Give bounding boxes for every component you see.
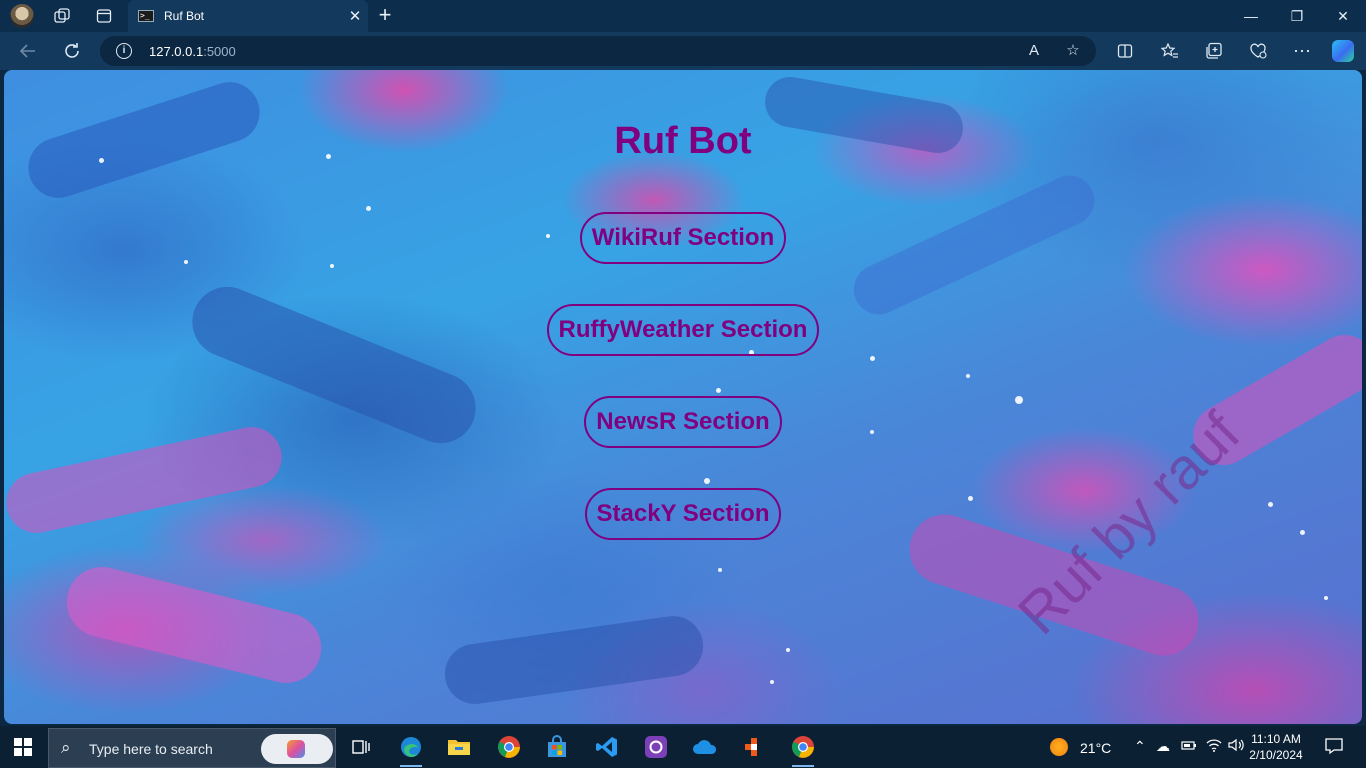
wifi-icon[interactable] [1206, 738, 1222, 755]
star [786, 648, 790, 652]
page-title: Ruf Bot [614, 120, 752, 162]
github-desktop-icon[interactable] [641, 732, 671, 762]
star [1268, 502, 1273, 507]
star [870, 430, 874, 434]
file-explorer-icon[interactable] [444, 732, 474, 762]
browser-essentials-icon[interactable] [1244, 38, 1272, 64]
clock-time: 11:10 AM [1251, 732, 1301, 746]
star [716, 388, 721, 393]
background-stroke [845, 167, 1103, 323]
background-stroke [441, 612, 707, 708]
clock-date: 2/10/2024 [1249, 748, 1303, 762]
background-stroke [4, 421, 288, 539]
battery-icon[interactable] [1181, 738, 1197, 755]
search-placeholder: Type here to search [89, 741, 213, 757]
star [366, 206, 371, 211]
collections-icon[interactable] [1200, 38, 1228, 64]
star [330, 264, 334, 268]
windows-start-icon[interactable] [14, 738, 32, 756]
search-icon: ⌕ [61, 738, 71, 757]
tab-ruf-bot[interactable]: >_ Ruf Bot ✕ [128, 0, 368, 32]
star [184, 260, 188, 264]
edge-icon[interactable] [396, 732, 426, 767]
site-info-icon[interactable]: i [116, 43, 132, 59]
star [966, 374, 970, 378]
browser-toolbar: i 127.0.0.1:5000 A ☆ ⋯ [0, 32, 1366, 70]
newsr-section-button[interactable]: NewsR Section [584, 396, 782, 448]
wikiruf-section-button[interactable]: WikiRuf Section [580, 212, 786, 264]
star [718, 568, 722, 572]
star [1015, 396, 1023, 404]
star [1300, 530, 1305, 535]
background-stroke [181, 276, 487, 454]
vscode-icon[interactable] [592, 732, 622, 762]
copilot-icon[interactable] [1332, 40, 1354, 62]
tab-actions-icon[interactable] [91, 4, 117, 28]
app-icon[interactable] [739, 732, 769, 762]
address-bar[interactable]: i 127.0.0.1:5000 A ☆ [100, 36, 1096, 66]
chrome-icon[interactable] [494, 732, 524, 762]
microsoft-store-icon[interactable] [542, 732, 572, 762]
background-stroke [59, 559, 329, 691]
more-menu-icon[interactable]: ⋯ [1288, 38, 1316, 64]
terminal-icon: >_ [138, 10, 154, 22]
favorite-star-icon[interactable]: ☆ [1061, 40, 1085, 62]
star [546, 234, 550, 238]
onedrive-icon[interactable] [690, 732, 720, 762]
title-bar: >_ Ruf Bot ✕ + — ❐ ✕ [0, 0, 1366, 32]
star [968, 496, 973, 501]
favorites-icon[interactable] [1156, 38, 1184, 64]
star [770, 680, 774, 684]
star [704, 478, 710, 484]
back-arrow-icon[interactable] [14, 38, 42, 64]
notification-icon[interactable] [1325, 737, 1343, 758]
page-viewport: Ruf Bot WikiRuf Section RuffyWeather Sec… [4, 70, 1362, 724]
ruffyweather-section-button[interactable]: RuffyWeather Section [547, 304, 819, 356]
workspaces-icon[interactable] [49, 4, 75, 28]
refresh-icon[interactable] [58, 38, 86, 64]
windows-taskbar: ⌕ Type here to search 21°C ⌃ ☁ 11:10 AM … [0, 726, 1366, 768]
minimize-button[interactable]: — [1228, 0, 1274, 32]
read-aloud-icon[interactable]: A [1022, 40, 1046, 62]
copilot-search-badge[interactable] [261, 734, 333, 764]
url-text[interactable]: 127.0.0.1:5000 [149, 44, 236, 59]
stacky-section-button[interactable]: StackY Section [585, 488, 781, 540]
restore-button[interactable]: ❐ [1274, 0, 1320, 32]
chrome-icon[interactable] [788, 732, 818, 767]
tab-title: Ruf Bot [164, 9, 205, 23]
cloud-icon[interactable]: ☁ [1156, 738, 1170, 755]
star [870, 356, 875, 361]
split-screen-icon[interactable] [1111, 38, 1139, 64]
profile-avatar[interactable] [10, 4, 34, 28]
chevron-up-icon[interactable]: ⌃ [1134, 738, 1146, 755]
taskbar-search[interactable]: ⌕ Type here to search [48, 728, 336, 768]
system-clock[interactable]: 11:10 AM 2/10/2024 [1244, 731, 1308, 763]
star [1324, 596, 1328, 600]
tab-close-icon[interactable]: ✕ [342, 7, 368, 25]
task-view-icon[interactable] [346, 732, 376, 762]
new-tab-button[interactable]: + [372, 3, 398, 29]
weather-sun-icon[interactable] [1050, 738, 1068, 756]
volume-icon[interactable] [1228, 738, 1244, 755]
weather-temperature[interactable]: 21°C [1080, 740, 1111, 756]
close-window-button[interactable]: ✕ [1320, 0, 1366, 32]
